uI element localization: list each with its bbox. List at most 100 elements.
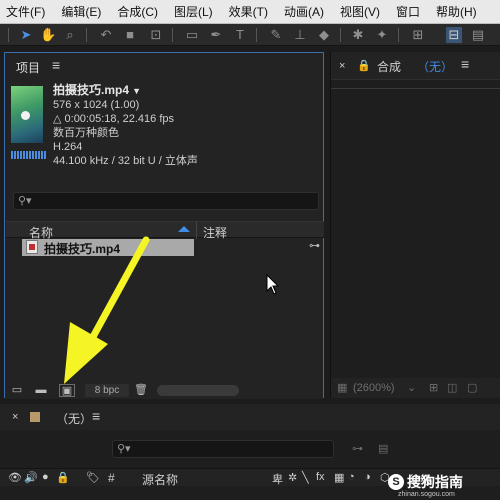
- composition-bottom-bar: ▦ (2600%) ⌄ ⊞ ◫ ▢: [331, 378, 500, 398]
- project-search-input[interactable]: ⚲▾: [13, 192, 319, 210]
- toolbar-divider: [398, 28, 399, 42]
- audio-icon[interactable]: 🔊: [24, 471, 38, 484]
- solo-icon[interactable]: ●: [42, 471, 49, 483]
- video-visibility-icon[interactable]: 👁: [8, 471, 22, 484]
- interpret-footage-icon[interactable]: ▭: [9, 384, 25, 397]
- label-tag-icon[interactable]: 🏷: [86, 471, 100, 484]
- pan-behind-tool-icon[interactable]: ⊡: [148, 27, 164, 43]
- file-name[interactable]: 拍摄技巧.mp4: [44, 240, 120, 257]
- frame-blending-icon[interactable]: ▦: [334, 471, 344, 484]
- shape-tool-icon[interactable]: ▭: [184, 27, 200, 43]
- pen-tool-icon[interactable]: ✒: [208, 27, 224, 43]
- new-composition-icon[interactable]: ▣: [59, 384, 75, 397]
- sogou-logo-icon: S: [388, 474, 404, 490]
- eraser-tool-icon[interactable]: ◆: [316, 27, 332, 43]
- asset-name: 拍摄技巧.mp4: [53, 83, 130, 97]
- project-tab-label[interactable]: 项目: [16, 59, 40, 76]
- chevron-down-icon[interactable]: ⌄: [407, 381, 416, 394]
- bit-depth-button[interactable]: 8 bpc: [85, 384, 129, 397]
- comp-flowchart-icon[interactable]: ⊶: [352, 442, 363, 455]
- camera-tool-icon[interactable]: ■: [122, 27, 138, 43]
- menu-file[interactable]: 文件(F): [6, 3, 45, 20]
- project-column-header: 名称 注释: [6, 221, 324, 240]
- lock-icon[interactable]: 🔒: [357, 59, 371, 72]
- zoom-tool-icon[interactable]: ⌕: [62, 27, 78, 43]
- asset-audio: 44.100 kHz / 32 bit U / 立体声: [53, 155, 198, 167]
- effects-icon[interactable]: fx: [316, 471, 325, 483]
- adjustment-layer-icon[interactable]: ◑: [364, 471, 371, 483]
- puppet-tool-icon[interactable]: ✦: [374, 27, 390, 43]
- snapping-icon[interactable]: ⊞: [410, 27, 426, 43]
- shy-icon[interactable]: 卑: [272, 471, 283, 487]
- menu-help[interactable]: 帮助(H): [436, 3, 477, 20]
- snapshot-icon[interactable]: ▢: [467, 381, 477, 394]
- project-panel: 项目 ≡ 拍摄技巧.mp4 ▼ 576 x 1024 (1.00) △ 0:00…: [4, 52, 324, 399]
- sort-ascending-icon[interactable]: [178, 226, 190, 232]
- toolbar-divider: [8, 28, 9, 42]
- composition-divider: [331, 88, 500, 89]
- composition-panel: × 🔒 合成 （无） ≡ ▦ (2600%) ⌄ ⊞ ◫ ▢: [330, 52, 500, 398]
- mask-visibility-icon[interactable]: ◫: [447, 381, 457, 394]
- hand-tool-icon[interactable]: ✋: [40, 27, 56, 43]
- draft-3d-icon[interactable]: ▤: [378, 442, 388, 455]
- watermark-text: 搜狗指南: [407, 474, 463, 490]
- toolbar-divider: [172, 28, 173, 42]
- horizontal-scrollbar[interactable]: [157, 385, 239, 396]
- audio-waveform-icon: [11, 151, 47, 159]
- asset-color-depth: 数百万种颜色: [53, 127, 119, 139]
- toolbar-divider: [86, 28, 87, 42]
- toolbar-divider: [256, 28, 257, 42]
- watermark-url: zhinan.sogou.com: [398, 491, 455, 498]
- close-icon[interactable]: ×: [339, 60, 345, 72]
- column-layer-number[interactable]: #: [108, 471, 115, 485]
- tools-toolbar: ➤ ✋ ⌕ ↶ ■ ⊡ ▭ ✒ T ✎ ⊥ ◆ ✱ ✦ ⊞ ⊟ ▤: [0, 24, 500, 46]
- asset-resolution: 576 x 1024 (1.00): [53, 99, 140, 111]
- type-tool-icon[interactable]: T: [232, 27, 248, 43]
- search-icon: ⚲▾: [117, 443, 131, 455]
- asset-codec: H.264: [53, 141, 83, 153]
- timeline-search-input[interactable]: ⚲▾: [112, 440, 334, 458]
- asset-thumbnail: [11, 86, 43, 143]
- selection-tool-icon[interactable]: ➤: [18, 27, 34, 43]
- collapse-icon[interactable]: ✲: [288, 471, 297, 484]
- quality-icon[interactable]: ╲: [302, 471, 309, 484]
- table-row[interactable]: 拍摄技巧.mp4 ⊶: [6, 239, 324, 256]
- magnification-dropdown[interactable]: (2600%): [353, 382, 395, 394]
- watermark: S 搜狗指南 zhinan.sogou.com: [388, 472, 494, 500]
- grid-overlay-icon[interactable]: ⊞: [429, 381, 438, 394]
- lock-icon[interactable]: 🔒: [56, 471, 70, 484]
- menu-effect[interactable]: 效果(T): [229, 3, 268, 20]
- menu-edit[interactable]: 编辑(E): [61, 3, 101, 20]
- flowchart-icon[interactable]: ⊶: [309, 239, 320, 252]
- asset-info: 拍摄技巧.mp4 ▼ 576 x 1024 (1.00) △ 0:00:05:1…: [53, 83, 198, 168]
- composition-panel-menu-icon[interactable]: ≡: [461, 56, 469, 72]
- timeline-tab-label[interactable]: （无）: [56, 410, 92, 427]
- trash-icon[interactable]: 🗑: [133, 384, 149, 397]
- project-panel-menu-icon[interactable]: ≡: [52, 57, 60, 73]
- composition-tab-label[interactable]: 合成: [377, 58, 401, 75]
- workspace-menu-icon[interactable]: ▤: [470, 27, 486, 43]
- composition-tab-bar: × 🔒 合成 （无） ≡: [331, 52, 500, 80]
- clone-stamp-tool-icon[interactable]: ⊥: [292, 27, 308, 43]
- menu-layer[interactable]: 图层(L): [174, 3, 213, 20]
- toolbar-divider: [340, 28, 341, 42]
- roto-brush-tool-icon[interactable]: ✱: [350, 27, 366, 43]
- menu-window[interactable]: 窗口: [396, 3, 420, 20]
- workspace-default-icon[interactable]: ⊟: [446, 27, 462, 43]
- mouse-cursor-icon: [266, 274, 280, 295]
- brush-tool-icon[interactable]: ✎: [268, 27, 284, 43]
- thumbnail-ball: [21, 111, 30, 120]
- new-folder-icon[interactable]: ▬: [33, 384, 49, 397]
- timeline-tab-bar: × （无） ≡: [0, 404, 500, 430]
- timeline-panel-menu-icon[interactable]: ≡: [92, 408, 100, 424]
- menu-view[interactable]: 视图(V): [340, 3, 380, 20]
- asset-dropdown-icon[interactable]: ▼: [132, 86, 141, 96]
- always-preview-icon[interactable]: ▦: [337, 381, 347, 394]
- close-icon[interactable]: ×: [12, 411, 18, 423]
- rotate-tool-icon[interactable]: ↶: [98, 27, 114, 43]
- motion-blur-icon[interactable]: ◔: [348, 471, 355, 483]
- menu-composition[interactable]: 合成(C): [117, 3, 158, 20]
- menu-animation[interactable]: 动画(A): [284, 3, 324, 20]
- composition-tab-value[interactable]: （无）: [417, 58, 453, 75]
- column-divider[interactable]: [196, 222, 197, 239]
